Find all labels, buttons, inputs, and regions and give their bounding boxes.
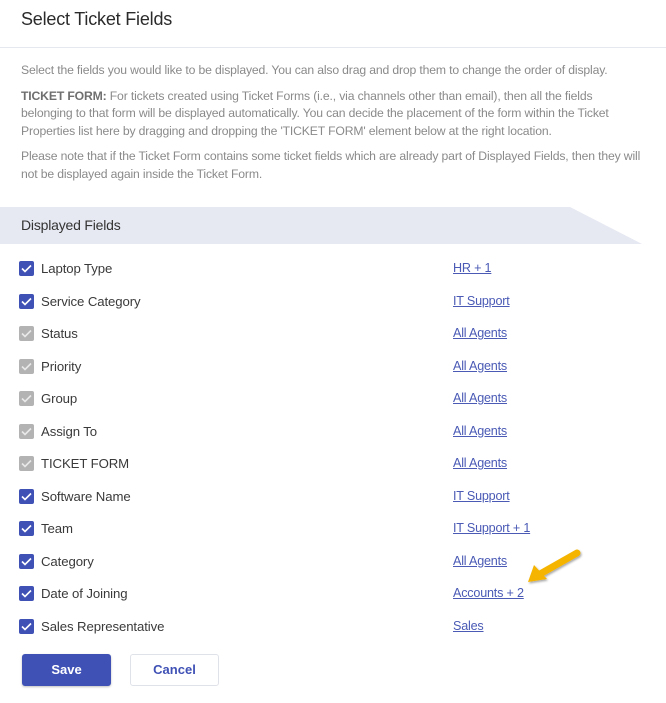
- field-access-link[interactable]: IT Support: [453, 294, 510, 308]
- field-label: Group: [41, 391, 78, 406]
- description: Select the fields you would like to be d…: [0, 48, 666, 184]
- field-label: Service Category: [41, 293, 141, 309]
- field-checkbox: [19, 391, 34, 406]
- field-row[interactable]: Team IT Support + 1: [0, 512, 666, 545]
- field-row[interactable]: Status All Agents: [0, 317, 666, 350]
- field-access-link[interactable]: IT Support + 1: [453, 521, 530, 535]
- checkmark-icon: [21, 427, 32, 436]
- checkmark-icon: [21, 297, 32, 306]
- field-access-link[interactable]: All Agents: [453, 554, 507, 568]
- displayed-fields-banner: Displayed Fields: [0, 207, 642, 244]
- checkmark-icon: [21, 264, 32, 273]
- field-row[interactable]: Software Name IT Support: [0, 480, 666, 513]
- checkmark-icon: [21, 394, 32, 403]
- field-access-link[interactable]: All Agents: [453, 326, 507, 340]
- checkmark-icon: [21, 589, 32, 598]
- note-text: Please note that if the Ticket Form cont…: [21, 149, 641, 181]
- field-access-link[interactable]: Sales: [453, 619, 484, 633]
- save-button[interactable]: Save: [22, 654, 111, 686]
- field-access-link[interactable]: HR + 1: [453, 261, 492, 275]
- field-row[interactable]: TICKET FORM All Agents: [0, 447, 666, 480]
- checkmark-icon: [21, 492, 32, 501]
- field-label: Category: [41, 553, 94, 569]
- field-label: TICKET FORM: [41, 456, 130, 471]
- field-label: Laptop Type: [41, 261, 113, 276]
- checkmark-icon: [21, 524, 32, 533]
- field-row[interactable]: Priority All Agents: [0, 350, 666, 383]
- field-checkbox[interactable]: [19, 553, 34, 569]
- field-row[interactable]: Service Category IT Support: [0, 285, 666, 318]
- section-title: Displayed Fields: [21, 217, 121, 233]
- field-checkbox[interactable]: [19, 261, 34, 276]
- field-checkbox[interactable]: [19, 586, 34, 601]
- intro-text: Select the fields you would like to be d…: [21, 63, 608, 77]
- field-label: Assign To: [41, 423, 98, 439]
- dialog-header: Select Ticket Fields: [0, 0, 666, 48]
- field-checkbox[interactable]: [19, 488, 34, 504]
- checkmark-icon: [21, 557, 32, 566]
- page-title: Select Ticket Fields: [21, 9, 173, 29]
- field-row[interactable]: Sales Representative Sales: [0, 610, 666, 643]
- field-row[interactable]: Laptop Type HR + 1: [0, 252, 666, 285]
- field-label: Software Name: [41, 488, 131, 504]
- field-checkbox[interactable]: [19, 521, 34, 536]
- field-checkbox[interactable]: [19, 293, 34, 309]
- checkmark-icon: [21, 362, 32, 371]
- field-access-link[interactable]: All Agents: [453, 359, 507, 373]
- field-label: Team: [41, 521, 73, 536]
- cancel-button[interactable]: Cancel: [130, 654, 219, 686]
- field-checkbox: [19, 326, 34, 341]
- field-access-link[interactable]: IT Support: [453, 489, 510, 503]
- field-access-link[interactable]: All Agents: [453, 391, 507, 405]
- field-label: Status: [41, 326, 78, 341]
- field-access-link[interactable]: Accounts + 2: [453, 586, 524, 600]
- field-checkbox: [19, 423, 34, 439]
- field-checkbox: [19, 358, 34, 374]
- field-checkbox[interactable]: [19, 618, 34, 634]
- field-label: Date of Joining: [41, 586, 128, 601]
- arrow-pointer-icon: [528, 549, 581, 582]
- field-row[interactable]: Assign To All Agents: [0, 415, 666, 448]
- field-access-link[interactable]: All Agents: [453, 456, 507, 470]
- ticket-form-text: TICKET FORM: For tickets created using T…: [21, 88, 645, 141]
- field-row[interactable]: Group All Agents: [0, 382, 666, 415]
- field-access-link[interactable]: All Agents: [453, 424, 507, 438]
- checkmark-icon: [21, 459, 32, 468]
- field-checkbox: [19, 456, 34, 471]
- field-label: Priority: [41, 358, 82, 374]
- ticket-form-label: TICKET FORM:: [21, 88, 107, 103]
- checkmark-icon: [21, 622, 32, 631]
- checkmark-icon: [21, 329, 32, 338]
- ticket-form-body: For tickets created using Ticket Forms (…: [21, 88, 609, 138]
- field-label: Sales Representative: [41, 618, 165, 634]
